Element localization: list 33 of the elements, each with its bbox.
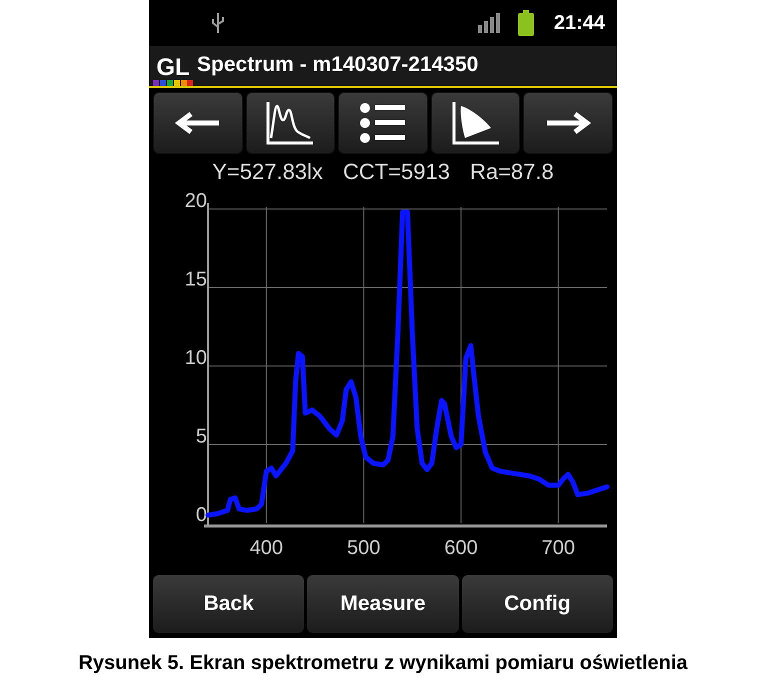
toolbar-button[interactable] [153,92,243,154]
usb-icon [211,11,225,35]
toolbar-button[interactable] [246,92,336,154]
left-arrow-icon [174,112,221,134]
action-button[interactable]: Back [153,575,304,633]
chromaticity-diagram-icon [450,100,501,146]
battery-icon [518,10,534,36]
signal-icon [478,13,502,33]
action-button[interactable]: Measure [307,575,459,633]
y-tick-label: 10 [184,347,207,369]
toolbar-button[interactable] [338,92,428,154]
y-tick-label: 20 [184,190,207,212]
y-tick-label: 0 [196,504,207,526]
toolbar-button[interactable] [430,92,520,154]
app-logo-text: GL [156,56,190,80]
x-tick-label: 600 [444,537,478,559]
measurement-reading: CCT=5913 [342,158,450,186]
x-tick-label: 400 [250,537,284,559]
x-tick-label: 700 [542,537,576,559]
status-time: 21:44 [554,11,605,36]
measurement-reading: Ra=87.8 [470,158,554,186]
spectrum-graph-icon [265,100,316,146]
window-title: Spectrum - m140307-214350 [197,52,478,78]
right-arrow-icon [545,112,592,134]
measurement-reading: Y=527.83lx [212,158,323,186]
action-button[interactable]: Config [462,575,613,633]
toolbar-button[interactable] [523,92,613,154]
y-tick-label: 15 [184,268,207,290]
x-tick-label: 500 [347,537,380,559]
figure-caption: Rysunek 5. Ekran spektrometru z wynikami pomiaru oświetlenia [78,651,688,676]
y-tick-label: 5 [196,426,207,448]
list-icon [358,101,407,145]
logo-bars-icon [153,80,193,86]
